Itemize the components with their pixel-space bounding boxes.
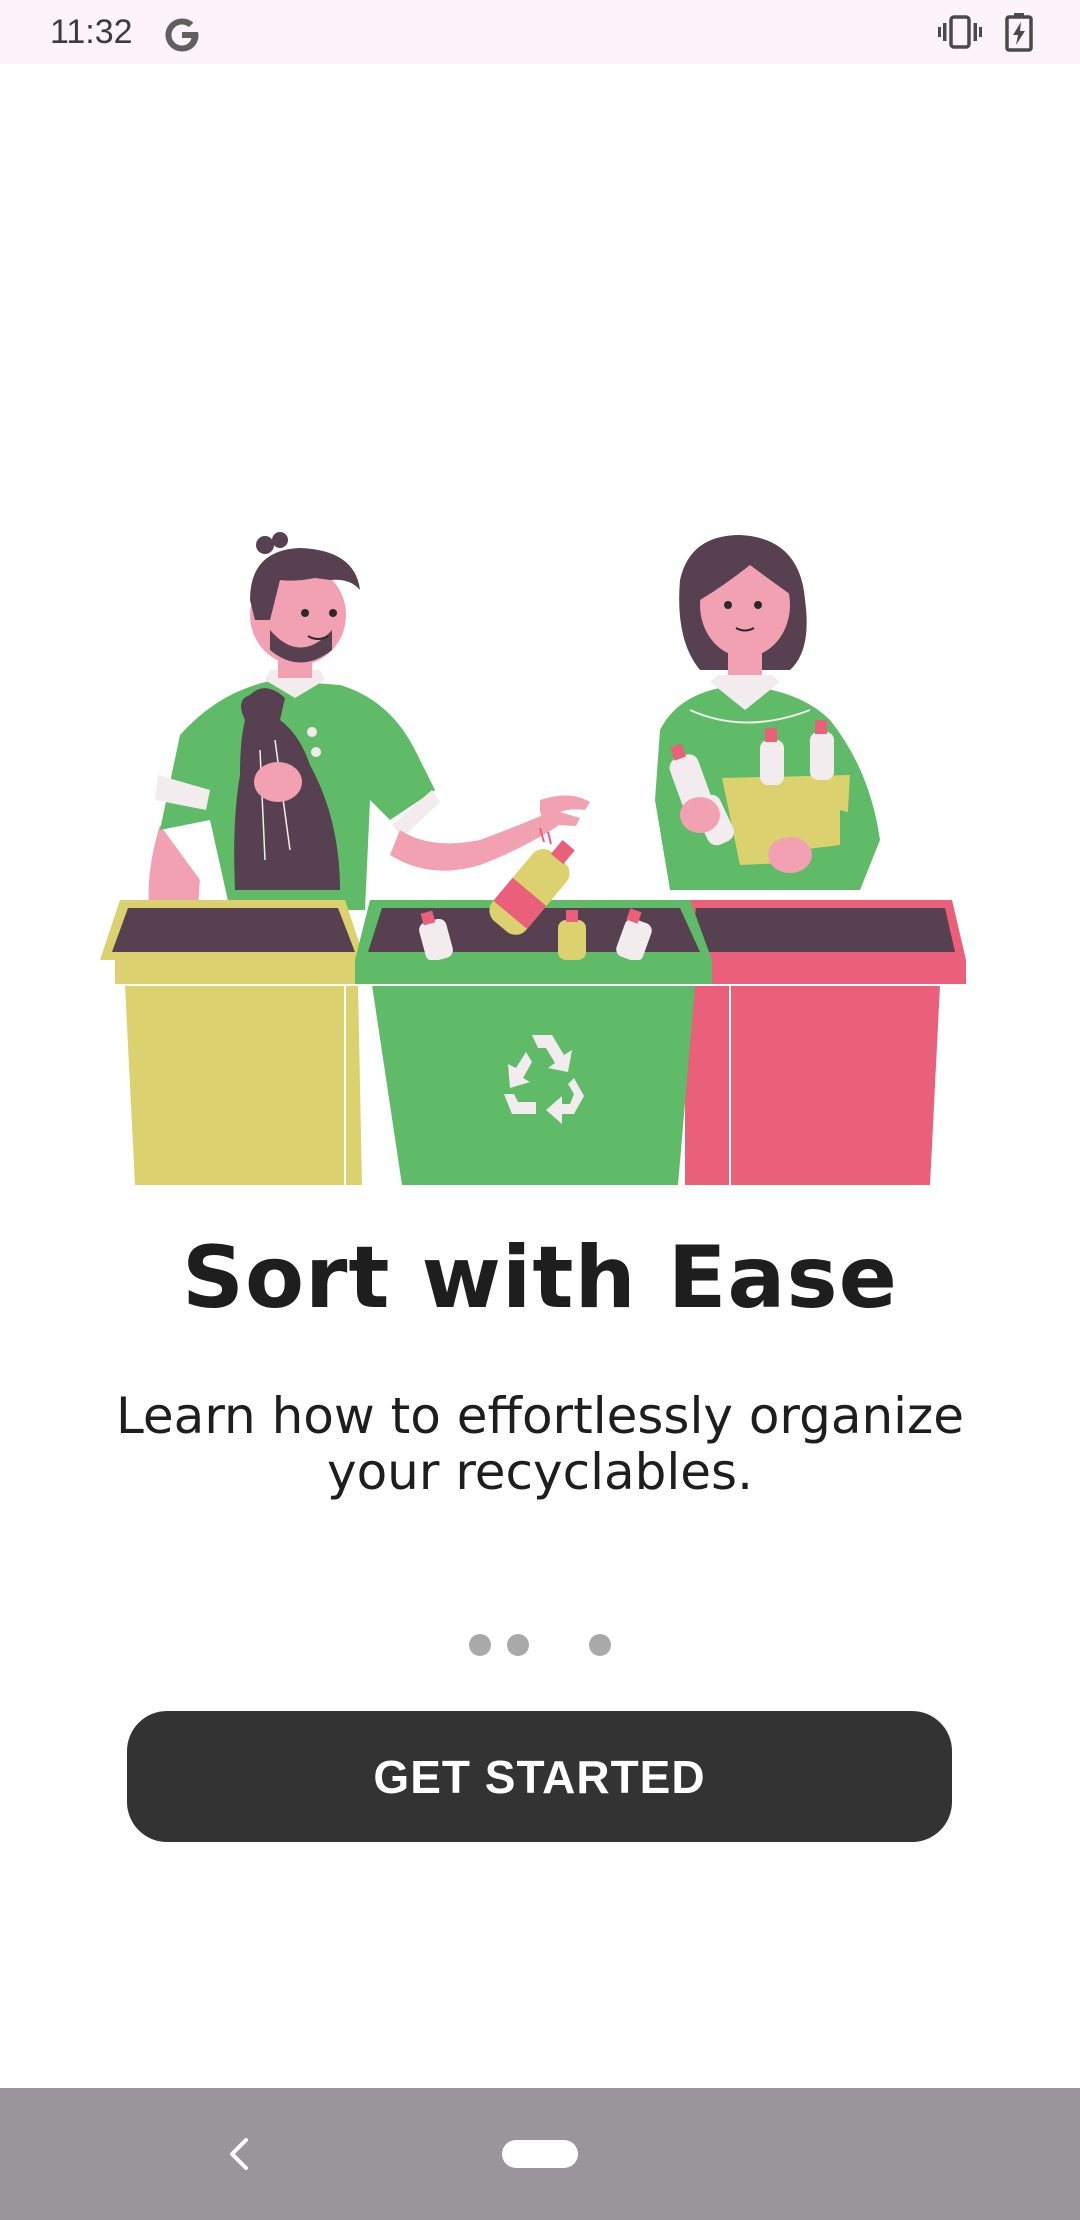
recycling-illustration [100, 532, 966, 1185]
status-time: 11:32 [50, 13, 133, 51]
google-g-icon [165, 18, 199, 52]
home-pill-icon[interactable] [502, 2140, 578, 2168]
green-bin [355, 827, 712, 1185]
back-icon[interactable] [222, 2134, 258, 2174]
yellow-bin [100, 900, 370, 1185]
page-title: Sort with Ease [182, 1228, 898, 1328]
page-indicator [0, 1634, 1080, 1658]
status-bar: 11:32 [0, 0, 1080, 64]
woman-figure [655, 535, 880, 890]
page-indicator-dot[interactable] [507, 1634, 529, 1656]
red-bin [675, 900, 966, 1185]
onboarding-screen: 11:32 Sort with Ease Learn how to effort… [0, 0, 1080, 2220]
navigation-bar [0, 2088, 1080, 2220]
page-subtitle: Learn how to effortlessly organize your … [115, 1387, 965, 1501]
get-started-button[interactable]: GET STARTED [127, 1711, 952, 1842]
page-indicator-dot[interactable] [589, 1634, 611, 1656]
battery-charging-icon [1005, 13, 1033, 52]
page-indicator-dot[interactable] [469, 1634, 491, 1656]
vibrate-icon [938, 15, 982, 49]
